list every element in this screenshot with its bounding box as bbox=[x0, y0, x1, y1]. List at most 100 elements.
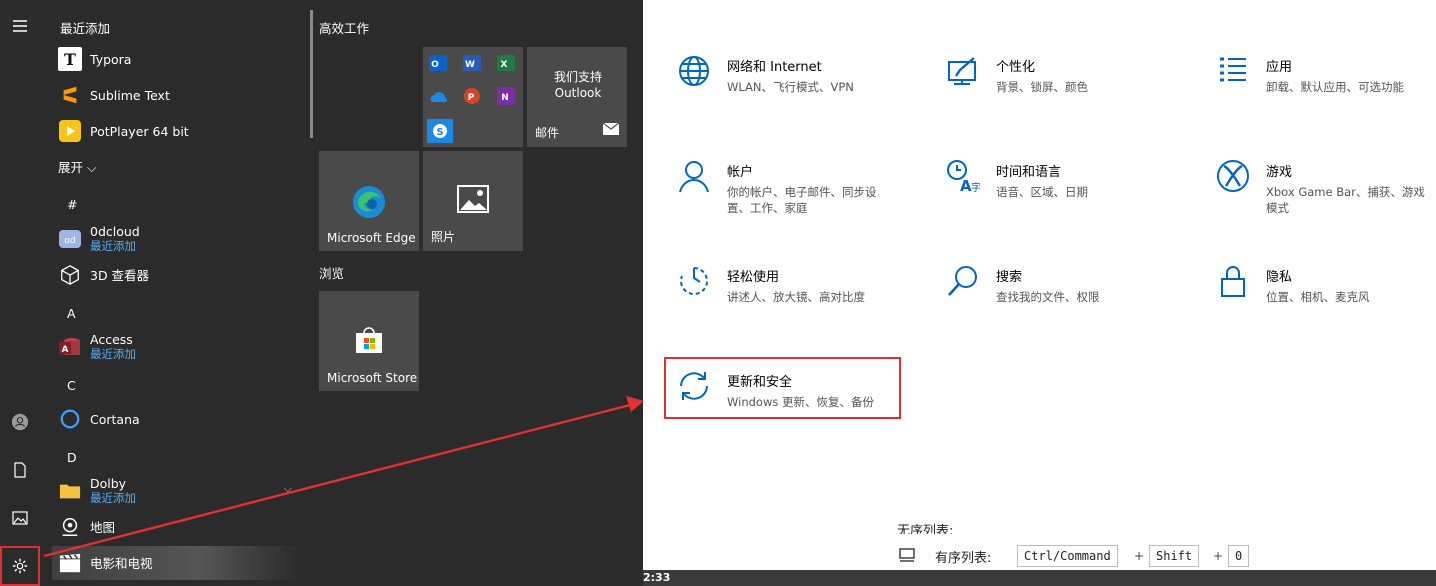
app-maps[interactable]: 地图 bbox=[52, 510, 300, 544]
key-ctrl-command: Ctrl/Command bbox=[1017, 545, 1118, 567]
app-0dcloud[interactable]: od 0dcloud 最近添加 bbox=[52, 222, 300, 256]
category-accounts[interactable]: 帐户 你的帐户、电子邮件、同步设置、工作、家庭 bbox=[677, 159, 897, 216]
category-network[interactable]: 网络和 Internet WLAN、飞行模式、VPN bbox=[677, 54, 854, 95]
potplayer-icon bbox=[58, 119, 82, 143]
category-personalization[interactable]: 个性化背景、锁屏、颜色 bbox=[946, 54, 1088, 95]
category-desc: WLAN、飞行模式、VPN bbox=[727, 80, 854, 94]
letter-header[interactable]: C bbox=[67, 378, 76, 393]
store-tile[interactable]: Microsoft Store bbox=[319, 291, 419, 391]
app-name: Dolby bbox=[90, 476, 127, 491]
word-icon[interactable]: W bbox=[463, 55, 481, 75]
svg-text:W: W bbox=[465, 60, 475, 70]
app-name: Access bbox=[90, 332, 133, 347]
cloud-icon: od bbox=[58, 227, 82, 251]
3d-viewer-icon bbox=[58, 263, 82, 287]
letter-header[interactable]: # bbox=[67, 197, 77, 212]
expand-button[interactable]: 展开 ⌵ bbox=[52, 150, 132, 184]
tile-group-title[interactable]: 浏览 bbox=[319, 263, 344, 282]
onenote-icon[interactable]: N bbox=[497, 87, 515, 109]
recently-added-label: 最近添加 bbox=[90, 347, 136, 361]
svg-text:S: S bbox=[436, 127, 443, 138]
onedrive-icon[interactable] bbox=[429, 89, 449, 108]
pictures-icon[interactable] bbox=[4, 502, 36, 534]
letter-header[interactable]: A bbox=[67, 306, 76, 321]
expand-label: 展开 bbox=[58, 159, 84, 175]
unordered-list-row-partial: 无序列表: bbox=[897, 520, 953, 534]
app-movies-tv[interactable]: 电影和电视 bbox=[52, 546, 300, 580]
app-3d-viewer[interactable]: 3D 查看器 bbox=[52, 258, 300, 292]
tile-group-title[interactable]: 高效工作 bbox=[319, 18, 369, 37]
user-avatar-icon[interactable] bbox=[4, 406, 36, 438]
access-icon: A bbox=[58, 335, 82, 359]
category-ease-of-access[interactable]: 轻松使用 讲述人、放大镜、高对比度 bbox=[677, 264, 865, 305]
category-search[interactable]: 搜索 查找我的文件、权限 bbox=[946, 264, 1100, 305]
category-title: 应用 bbox=[1266, 60, 1293, 75]
search-icon bbox=[948, 266, 977, 296]
app-cortana[interactable]: Cortana bbox=[52, 402, 300, 436]
account-icon bbox=[679, 161, 709, 193]
tile-area: 高效工作 O W X P N S 我们支持 Outlook 邮件 Microso… bbox=[318, 0, 638, 586]
time-language-icon: A字 bbox=[947, 160, 980, 193]
category-apps[interactable]: 应用卸载、默认应用、可选功能 bbox=[1216, 54, 1404, 95]
powerpoint-icon[interactable]: P bbox=[463, 87, 481, 109]
category-desc: Xbox Game Bar、捕获、游戏模式 bbox=[1266, 185, 1425, 215]
edge-icon bbox=[352, 185, 386, 223]
category-title: 网络和 Internet bbox=[727, 60, 822, 75]
skype-icon[interactable]: S bbox=[427, 119, 453, 143]
start-rail bbox=[0, 0, 40, 586]
recently-added-label: 最近添加 bbox=[90, 239, 136, 253]
app-list-scrollbar[interactable] bbox=[310, 10, 313, 138]
outlook-icon[interactable]: O bbox=[429, 55, 447, 75]
recently-added-label: 最近添加 bbox=[90, 491, 136, 505]
category-gaming[interactable]: 游戏 Xbox Game Bar、捕获、游戏模式 bbox=[1216, 159, 1436, 216]
edge-tile-label: Microsoft Edge bbox=[327, 231, 416, 245]
photos-tile[interactable]: 照片 bbox=[423, 151, 523, 251]
personalization-icon bbox=[948, 57, 976, 85]
recent-header: 最近添加 bbox=[60, 21, 111, 36]
key-shift: Shift bbox=[1149, 545, 1200, 567]
row-label: 无序列表: bbox=[897, 524, 954, 534]
category-desc: 语音、区域、日期 bbox=[996, 185, 1088, 199]
category-desc: 卸载、默认应用、可选功能 bbox=[1266, 80, 1404, 94]
category-title: 个性化 bbox=[996, 60, 1036, 75]
category-title: 隐私 bbox=[1266, 270, 1293, 285]
category-desc: 背景、锁屏、颜色 bbox=[996, 80, 1088, 94]
excel-icon[interactable]: X bbox=[497, 55, 515, 75]
chevron-down-icon[interactable]: ⌵ bbox=[284, 482, 292, 496]
app-potplayer[interactable]: PotPlayer 64 bit bbox=[52, 114, 300, 148]
documents-icon[interactable] bbox=[4, 454, 36, 486]
app-name: 3D 查看器 bbox=[90, 267, 150, 283]
plus-sign: + bbox=[1134, 549, 1145, 563]
svg-text:A: A bbox=[62, 345, 69, 355]
maps-icon bbox=[58, 515, 82, 539]
app-dolby[interactable]: Dolby 最近添加 ⌵ bbox=[52, 474, 300, 508]
category-privacy[interactable]: 隐私 位置、相机、麦克风 bbox=[1216, 264, 1370, 305]
edge-tile[interactable]: Microsoft Edge bbox=[319, 151, 419, 251]
app-name: Cortana bbox=[90, 411, 140, 427]
hamburger-menu-icon[interactable] bbox=[4, 10, 36, 42]
settings-window: 网络和 Internet WLAN、飞行模式、VPN 个性化背景、锁屏、颜色 应用… bbox=[643, 0, 1436, 528]
taskbar-strip: 2:33 bbox=[643, 570, 1436, 586]
app-access[interactable]: A Access 最近添加 bbox=[52, 330, 300, 364]
svg-text:O: O bbox=[431, 60, 439, 70]
settings-gear-icon[interactable] bbox=[0, 546, 40, 586]
category-desc: 讲述人、放大镜、高对比度 bbox=[727, 290, 865, 304]
store-tile-label: Microsoft Store bbox=[327, 371, 418, 385]
category-desc: 你的帐户、电子邮件、同步设置、工作、家庭 bbox=[727, 185, 877, 215]
letter-header[interactable]: D bbox=[67, 450, 77, 465]
app-typora[interactable]: T Typora bbox=[52, 42, 300, 76]
key-zero: 0 bbox=[1228, 545, 1250, 567]
movies-icon bbox=[58, 551, 82, 575]
app-list: 最近添加 T Typora Sublime Text PotPlayer 64 … bbox=[52, 0, 308, 586]
app-sublime[interactable]: Sublime Text bbox=[52, 78, 300, 112]
mail-tile[interactable]: 我们支持 Outlook 邮件 bbox=[527, 47, 627, 147]
category-title: 游戏 bbox=[1266, 165, 1293, 180]
svg-text:od: od bbox=[64, 236, 75, 246]
svg-text:X: X bbox=[501, 60, 508, 70]
clock-text: 2:33 bbox=[643, 571, 671, 584]
lock-icon bbox=[1221, 266, 1245, 297]
ordered-list-label: 有序列表: bbox=[935, 551, 992, 566]
category-time-language[interactable]: A字 时间和语言 语音、区域、日期 bbox=[946, 159, 1088, 200]
plus-sign: + bbox=[1213, 549, 1224, 563]
office-apps-tile[interactable]: O W X P N S bbox=[423, 47, 523, 147]
